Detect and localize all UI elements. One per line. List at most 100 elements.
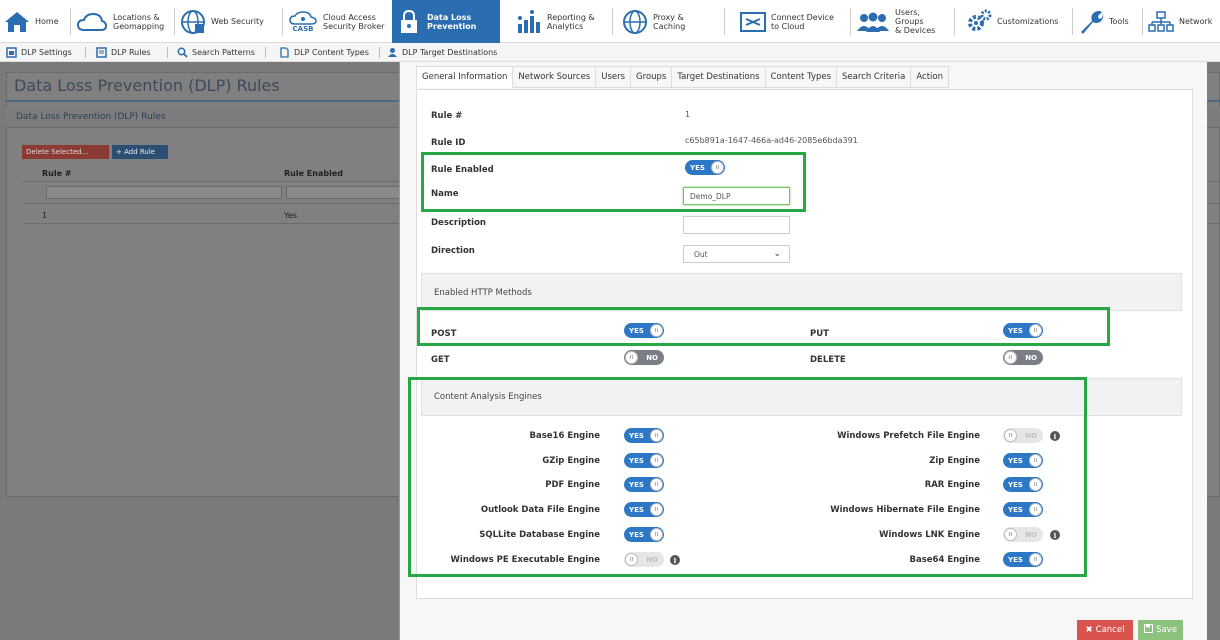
nav-casb[interactable]: CASB Cloud Access Security Broker: [284, 0, 390, 43]
highlight-http-methods: [417, 307, 1110, 346]
nav-locations[interactable]: Locations & Geomapping: [72, 0, 172, 43]
tab-users[interactable]: Users: [596, 66, 632, 88]
http-methods-title: Enabled HTTP Methods: [434, 288, 532, 298]
http-methods-header: [421, 273, 1182, 311]
direction-label: Direction: [431, 246, 475, 256]
col-rule-enabled[interactable]: Rule Enabled: [284, 169, 343, 178]
sub-navigation: DLP Settings DLP Rules Search Patterns D…: [0, 43, 1220, 62]
nav-tools[interactable]: Tools: [1074, 0, 1140, 43]
nav-connect-device[interactable]: Connect Device to Cloud: [736, 0, 848, 43]
nav-home[interactable]: Home: [0, 0, 68, 43]
tab-network-sources[interactable]: Network Sources: [513, 66, 597, 88]
toggle-no-text: NO: [1025, 353, 1037, 362]
nav-web-security-label: Web Security: [211, 17, 264, 26]
gears-icon: [966, 9, 992, 35]
add-rule-label: + Add Rule: [116, 148, 156, 156]
close-icon: ✖: [1085, 625, 1093, 635]
subnav-search-patterns-label: Search Patterns: [192, 48, 255, 57]
highlight-content-engines: [408, 377, 1087, 577]
nav-dlp[interactable]: Data Loss Prevention: [392, 0, 500, 43]
tab-general-information[interactable]: General Information: [416, 66, 514, 88]
rules-doc-icon: [96, 47, 107, 58]
highlight-rule-name: [421, 152, 806, 212]
get-label: GET: [431, 355, 450, 365]
nav-divider: [70, 8, 71, 35]
subnav-dlp-rules-label: DLP Rules: [111, 48, 151, 57]
nav-divider: [954, 8, 955, 35]
users-icon: [856, 9, 890, 35]
top-navigation: Home Locations & Geomapping Web Security…: [0, 0, 1220, 43]
nav-network-label: Network: [1179, 17, 1213, 26]
direction-value: Out: [694, 249, 708, 259]
target-user-icon: [387, 47, 398, 58]
subnav-dlp-rules[interactable]: DLP Rules: [96, 43, 151, 62]
nav-divider: [1142, 8, 1143, 35]
content-doc-icon: [279, 47, 290, 58]
nav-proxy[interactable]: Proxy & Caching: [618, 0, 722, 43]
tab-search-criteria[interactable]: Search Criteria: [837, 66, 912, 88]
nav-web-security[interactable]: Web Security: [176, 0, 280, 43]
rule-enabled-filter[interactable]: [286, 186, 406, 199]
cloud-icon: [76, 9, 108, 35]
nav-home-label: Home: [35, 17, 59, 26]
delete-label: DELETE: [810, 355, 846, 365]
get-toggle[interactable]: II NO: [624, 350, 664, 365]
floppy-disk-icon: [1144, 624, 1154, 636]
dialog-tabs: General Information Network Sources User…: [416, 66, 949, 88]
nav-locations-label: Locations & Geomapping: [113, 12, 165, 31]
subnav-divider: [265, 47, 266, 58]
add-rule-button[interactable]: + Add Rule: [112, 145, 168, 159]
rules-panel-title: Data Loss Prevention (DLP) Rules: [16, 112, 166, 122]
nav-users-groups-label: Users, Groups & Devices: [895, 8, 936, 35]
description-input[interactable]: [683, 216, 790, 234]
rule-number-filter[interactable]: [46, 186, 282, 199]
subnav-divider: [85, 47, 86, 58]
nav-casb-label: Cloud Access Security Broker: [323, 12, 385, 31]
lock-icon: [396, 9, 422, 35]
nav-divider: [1072, 8, 1073, 35]
description-label: Description: [431, 218, 486, 228]
subnav-dlp-settings[interactable]: DLP Settings: [6, 43, 72, 62]
row-rule-enabled: Yes: [284, 211, 297, 220]
casb-icon: CASB: [288, 9, 318, 35]
nav-users-groups[interactable]: Users, Groups & Devices: [852, 0, 952, 43]
save-button[interactable]: Save: [1138, 620, 1183, 640]
nav-proxy-label: Proxy & Caching: [653, 12, 686, 31]
page-title: Data Loss Prevention (DLP) Rules: [14, 76, 280, 95]
tab-target-destinations[interactable]: Target Destinations: [672, 66, 766, 88]
nav-customizations-label: Customizations: [997, 17, 1059, 26]
connect-icon: [740, 9, 766, 35]
col-rule-number[interactable]: Rule #: [42, 169, 72, 178]
chart-icon: [516, 9, 542, 35]
nav-divider: [612, 8, 613, 35]
save-label: Save: [1156, 625, 1177, 635]
chevron-down-icon: ⌄: [773, 249, 781, 259]
tab-content-types[interactable]: Content Types: [765, 66, 838, 88]
magnifier-icon: [177, 47, 188, 58]
subnav-divider: [167, 47, 168, 58]
direction-select[interactable]: Out ⌄: [683, 245, 790, 263]
subnav-search-patterns[interactable]: Search Patterns: [177, 43, 255, 62]
subnav-dlp-content-types-label: DLP Content Types: [294, 48, 369, 57]
subnav-dlp-content-types[interactable]: DLP Content Types: [279, 43, 369, 62]
nav-reporting[interactable]: Reporting & Analytics: [512, 0, 610, 43]
delete-selected-button[interactable]: Delete Selected...: [22, 145, 109, 159]
subnav-dlp-target-destinations-label: DLP Target Destinations: [402, 48, 498, 57]
nav-divider: [174, 8, 175, 35]
globe-icon: [180, 9, 206, 35]
nav-connect-device-label: Connect Device to Cloud: [771, 12, 834, 31]
subnav-divider: [379, 47, 380, 58]
cancel-button[interactable]: ✖ Cancel: [1077, 620, 1133, 640]
rule-id-label: Rule ID: [431, 138, 466, 148]
nav-tools-label: Tools: [1109, 17, 1129, 26]
settings-doc-icon: [6, 47, 17, 58]
nav-network[interactable]: Network: [1144, 0, 1220, 43]
cancel-label: Cancel: [1095, 625, 1125, 635]
subnav-dlp-settings-label: DLP Settings: [21, 48, 72, 57]
delete-toggle[interactable]: II NO: [1003, 350, 1043, 365]
tab-action[interactable]: Action: [911, 66, 949, 88]
tab-groups[interactable]: Groups: [631, 66, 673, 88]
subnav-dlp-target-destinations[interactable]: DLP Target Destinations: [387, 43, 497, 62]
delete-selected-label: Delete Selected...: [26, 148, 89, 156]
nav-customizations[interactable]: Customizations: [962, 0, 1070, 43]
